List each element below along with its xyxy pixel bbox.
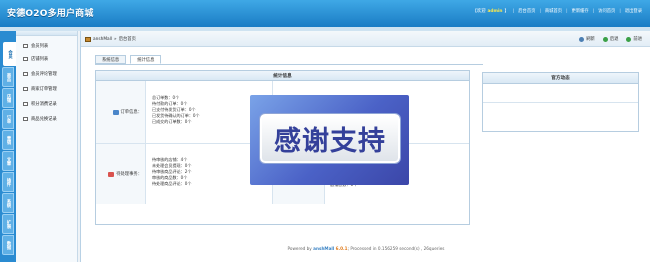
breadcrumb: anshMall » 后台首页 [85,36,136,42]
pending-label-cell: 待处理事务： [96,144,146,204]
menu-item-label: 会员列表 [31,44,49,49]
nav-visit-home[interactable]: 访问首页 [598,8,615,14]
nav-logout[interactable]: 退出登录 [625,8,642,14]
menu-item-points-records[interactable]: 积分消费记录 [23,100,57,108]
footer-version: 6.0.1 [335,246,348,251]
nav-admin-home[interactable]: 后台首页 [518,8,535,14]
pending-values: 待审核的店铺：4个 未处理会员提现：0个 待审核商品评论：2个 审核的商品数：0… [152,157,191,187]
orders-label: 订单信息： [120,110,142,115]
content-tabs: 系统信息 统计信息 [95,55,162,64]
menu-item-label: 会员评论管理 [31,72,57,77]
top-bar: 安德O2O多用户商城 【欢迎 admin 】 | 后台首页 | 商城首页 | 更… [0,0,650,27]
welcome-suffix: 】 [504,9,509,14]
official-news-title: 官方动态 [483,73,638,84]
refresh-button[interactable]: 刷新 [579,36,595,42]
official-news-panel: 官方动态 [482,72,639,132]
nav-update-cache[interactable]: 更新缓存 [572,8,589,14]
pending-stat: 待处理商品评论：0个 [152,181,192,187]
brand-logo-text: 安德O2O多用户商城 [7,9,94,19]
side-tab-system[interactable]: 系统 [2,193,14,213]
tab-underline [95,64,483,65]
tab-stats-info[interactable]: 统计信息 [130,55,162,64]
folder-icon [23,72,28,76]
side-tab-data[interactable]: 数据 [2,235,14,255]
side-tab-extend[interactable]: 扩展 [2,214,14,234]
refresh-label: 刷新 [586,37,595,42]
thanks-overlay-text: 感谢支持 [260,114,400,163]
side-tab-article[interactable]: 文章 [2,151,14,171]
folder-icon [23,44,28,48]
stats-panel-title: 统计信息 [96,71,469,81]
side-tab-goods[interactable]: 商品 [2,67,14,87]
folder-icon [23,117,28,121]
home-alert-icon [108,171,115,177]
menu-item-member-comments[interactable]: 会员评论管理 [23,70,57,78]
side-tab-strip: 会员 商品 店铺 订单 营销 文章 插件 系统 扩展 数据 [0,31,16,262]
username: admin [487,8,503,14]
footer-brand[interactable]: anshMall [313,246,334,251]
tab-system-info[interactable]: 系统信息 [95,55,127,64]
folder-icon [23,87,28,91]
menu-item-merchant-orders[interactable]: 商家订单管理 [23,85,57,93]
side-tab-order[interactable]: 订单 [2,109,14,129]
footer: Powered by anshMall 6.0.1; Processed in … [81,246,650,251]
orders-values: 总订单数：0个 待付款的订单：0个 已支付待发货订单：0个 已发货待确认的订单：… [152,95,200,125]
nav-mall-home[interactable]: 商城首页 [545,8,562,14]
side-tab-plugin[interactable]: 插件 [2,172,14,192]
side-tab-member[interactable]: 会员 [3,42,16,66]
thanks-overlay: 感谢支持 [250,95,409,185]
refresh-icon [579,36,585,42]
side-tab-shop[interactable]: 店铺 [2,88,14,108]
footer-rest: ; Processed in 0.156259 second(s) , 26qu… [347,246,445,251]
footer-prefix: Powered by [287,246,312,251]
orders-stat: 已成交的订单数：0个 [152,119,192,125]
toolbar-actions: 刷新 后退 前进 [579,36,642,42]
orders-label-cell: 订单信息： [96,81,146,143]
side-tab-marketing[interactable]: 营销 [2,130,14,150]
official-news-row [483,84,638,103]
breadcrumb-separator: » [114,36,117,42]
back-arrow-icon [602,36,608,42]
welcome-prefix: 【欢迎 [472,9,486,14]
menu-item-label: 店铺列表 [31,57,49,62]
menu-item-label: 商品兑换记录 [31,117,57,122]
folder-icon [23,102,28,106]
order-icon [112,109,119,115]
pending-label: 待处理事务： [116,172,142,177]
breadcrumb-home[interactable]: anshMall [93,37,112,42]
menu-item-label: 商家订单管理 [31,87,57,92]
forward-label: 前进 [633,37,642,42]
forward-button[interactable]: 前进 [626,36,642,42]
folder-icon [23,57,28,61]
menu-item-exchange-records[interactable]: 商品兑换记录 [23,115,57,123]
main-content: anshMall » 后台首页 刷新 后退 前进 系统信息 统计信息 统计信息 [80,31,650,262]
breadcrumb-bar: anshMall » 后台首页 刷新 后退 前进 [81,31,650,47]
back-label: 后退 [609,37,619,42]
menu-item-label: 积分消费记录 [31,102,57,107]
left-menu: 会员列表 店铺列表 会员评论管理 商家订单管理 积分消费记录 商品兑换记录 [16,31,78,262]
forward-arrow-icon [626,36,632,42]
back-button[interactable]: 后退 [602,36,619,42]
top-nav: 【欢迎 admin 】 | 后台首页 | 商城首页 | 更新缓存 | 访问首页 … [472,8,642,15]
menu-item-shop-list[interactable]: 店铺列表 [23,55,48,63]
breadcrumb-current: 后台首页 [118,37,136,42]
left-menu-header [16,31,77,36]
home-icon [85,36,91,42]
menu-item-member-list[interactable]: 会员列表 [23,42,48,50]
